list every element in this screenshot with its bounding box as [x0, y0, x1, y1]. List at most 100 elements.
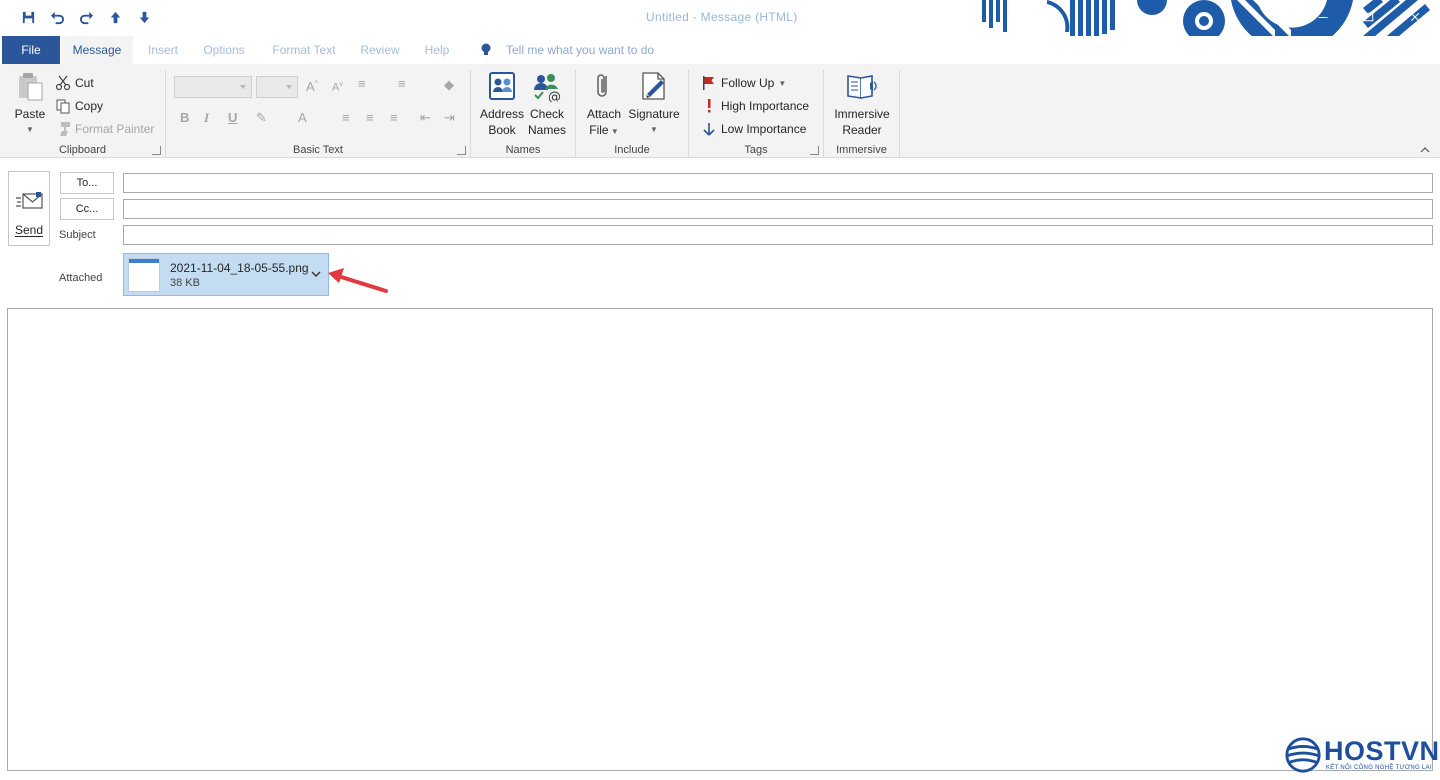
low-importance-button[interactable]: Low Importance — [701, 119, 806, 139]
group-basic-text: A^ Av ≡ ≡ ◆ B I U ✎ A ≡ ≡ ≡ ⇤ ⇥ Basic Te… — [166, 70, 471, 158]
highlight-icon[interactable]: ✎ — [256, 110, 267, 126]
down-arrow-icon — [703, 123, 715, 136]
immersive-reader-button[interactable]: Immersive Reader — [828, 70, 896, 138]
paperclip-icon — [597, 74, 607, 97]
tags-launcher[interactable] — [810, 146, 819, 155]
italic-button[interactable]: I — [204, 110, 209, 126]
redo-icon[interactable] — [78, 9, 95, 26]
group-immersive: Immersive Reader Immersive — [824, 70, 900, 158]
immersive-reader-label-2: Reader — [842, 123, 882, 137]
collapse-ribbon-icon[interactable] — [1420, 147, 1430, 153]
exclamation-icon — [708, 99, 711, 113]
immersive-reader-label-1: Immersive — [834, 107, 890, 121]
copy-button[interactable]: Copy — [55, 96, 103, 116]
low-importance-label: Low Importance — [721, 122, 807, 136]
font-color-button[interactable]: A — [298, 110, 307, 125]
follow-up-button[interactable]: Follow Up ▼ — [701, 73, 786, 93]
undo-icon[interactable] — [49, 9, 66, 26]
clear-formatting-icon[interactable]: ◆ — [444, 77, 454, 93]
to-input[interactable] — [123, 173, 1433, 193]
send-envelope-icon — [16, 192, 43, 209]
ribbon: Paste ▼ Cut Copy Format Painter Clipboar… — [0, 64, 1440, 158]
tab-message[interactable]: Message — [61, 36, 133, 64]
ribbon-tabs: File Message Insert Options Format Text … — [0, 36, 1440, 64]
signature-icon — [642, 72, 665, 100]
tags-group-label: Tags — [744, 144, 768, 156]
names-group-label: Names — [505, 144, 541, 156]
send-label: Send — [14, 223, 44, 237]
basic-text-launcher[interactable] — [457, 146, 466, 155]
follow-up-label: Follow Up — [721, 76, 775, 90]
bullets-icon[interactable]: ≡ — [358, 76, 366, 91]
follow-up-chevron-icon: ▼ — [778, 78, 787, 88]
save-icon[interactable] — [20, 9, 37, 26]
address-book-button[interactable]: Address Book — [479, 70, 525, 138]
high-importance-button[interactable]: High Importance — [701, 96, 809, 116]
font-name-dropdown[interactable] — [174, 76, 252, 98]
underline-button[interactable]: U — [228, 110, 237, 125]
paintbrush-icon — [60, 122, 70, 136]
align-right-icon[interactable]: ≡ — [390, 110, 398, 125]
basic-text-group-label: Basic Text — [293, 144, 343, 156]
tab-insert[interactable]: Insert — [140, 36, 186, 64]
align-left-icon[interactable]: ≡ — [342, 110, 350, 125]
copy-icon — [56, 99, 70, 114]
decrease-indent-icon[interactable]: ⇤ — [420, 110, 431, 126]
align-center-icon[interactable]: ≡ — [366, 110, 374, 125]
attachment-item[interactable]: 2021-11-04_18-05-55.png 38 KB — [123, 253, 329, 296]
cc-button[interactable]: Cc... — [60, 198, 114, 220]
tab-review[interactable]: Review — [356, 36, 404, 64]
close-icon[interactable] — [1404, 6, 1426, 28]
format-painter-button[interactable]: Format Painter — [55, 119, 154, 139]
quick-access-toolbar — [20, 9, 153, 26]
attach-file-button[interactable]: Attach File ▼ — [584, 70, 624, 140]
attachment-size: 38 KB — [170, 277, 200, 289]
tab-help[interactable]: Help — [418, 36, 456, 64]
arrow-up-icon[interactable] — [107, 9, 124, 26]
check-names-button[interactable]: @ Check Names — [525, 70, 569, 138]
chevron-down-icon[interactable] — [310, 269, 322, 279]
window-title: Untitled - Message (HTML) — [646, 10, 798, 24]
paste-label: Paste — [14, 107, 46, 121]
to-button[interactable]: To... — [60, 172, 114, 194]
signature-button[interactable]: Signature ▼ — [626, 70, 682, 138]
globe-logo-icon — [1285, 737, 1321, 773]
immersive-reader-icon — [847, 75, 877, 99]
arrow-down-icon[interactable] — [136, 9, 153, 26]
signature-label: Signature — [628, 107, 680, 121]
lightbulb-icon — [481, 43, 491, 55]
tab-format-text[interactable]: Format Text — [266, 36, 342, 64]
copy-label: Copy — [75, 99, 104, 113]
subject-input[interactable] — [123, 225, 1433, 245]
message-body[interactable] — [7, 308, 1433, 771]
clipboard-launcher[interactable] — [152, 146, 161, 155]
restore-icon[interactable] — [1266, 6, 1288, 28]
maximize-icon[interactable] — [1358, 6, 1380, 28]
tab-file[interactable]: File — [2, 36, 60, 64]
tell-me-search[interactable]: Tell me what you want to do — [480, 36, 654, 64]
bold-button[interactable]: B — [180, 110, 189, 125]
address-book-label-1: Address — [479, 107, 525, 121]
attach-file-label-2: File — [589, 123, 609, 137]
attached-label: Attached — [59, 272, 103, 284]
title-bar: Untitled - Message (HTML) — [0, 0, 1440, 36]
shrink-font-icon[interactable]: Av — [332, 81, 343, 94]
group-names: Address Book @ Check Names Names — [471, 70, 576, 158]
clipboard-group-label: Clipboard — [58, 144, 107, 156]
tab-options[interactable]: Options — [196, 36, 252, 64]
hostvn-logo: HOSTVN KẾT NỐI CÔNG NGHỆ TƯƠNG LAI — [1284, 734, 1439, 776]
send-button[interactable]: Send — [8, 171, 50, 246]
numbering-icon[interactable]: ≡ — [398, 76, 406, 91]
cut-button[interactable]: Cut — [55, 73, 94, 93]
font-size-dropdown[interactable] — [256, 76, 298, 98]
paste-button[interactable]: Paste ▼ — [10, 70, 50, 138]
tell-me-text: Tell me what you want to do — [506, 43, 655, 57]
svg-text:@: @ — [548, 90, 561, 102]
flag-icon — [703, 76, 714, 90]
increase-indent-icon[interactable]: ⇥ — [444, 110, 455, 126]
minimize-icon[interactable] — [1312, 6, 1334, 28]
address-book-label-2: Book — [488, 123, 516, 137]
check-names-label-1: Check — [529, 107, 564, 121]
grow-font-icon[interactable]: A^ — [306, 79, 318, 94]
cc-input[interactable] — [123, 199, 1433, 219]
